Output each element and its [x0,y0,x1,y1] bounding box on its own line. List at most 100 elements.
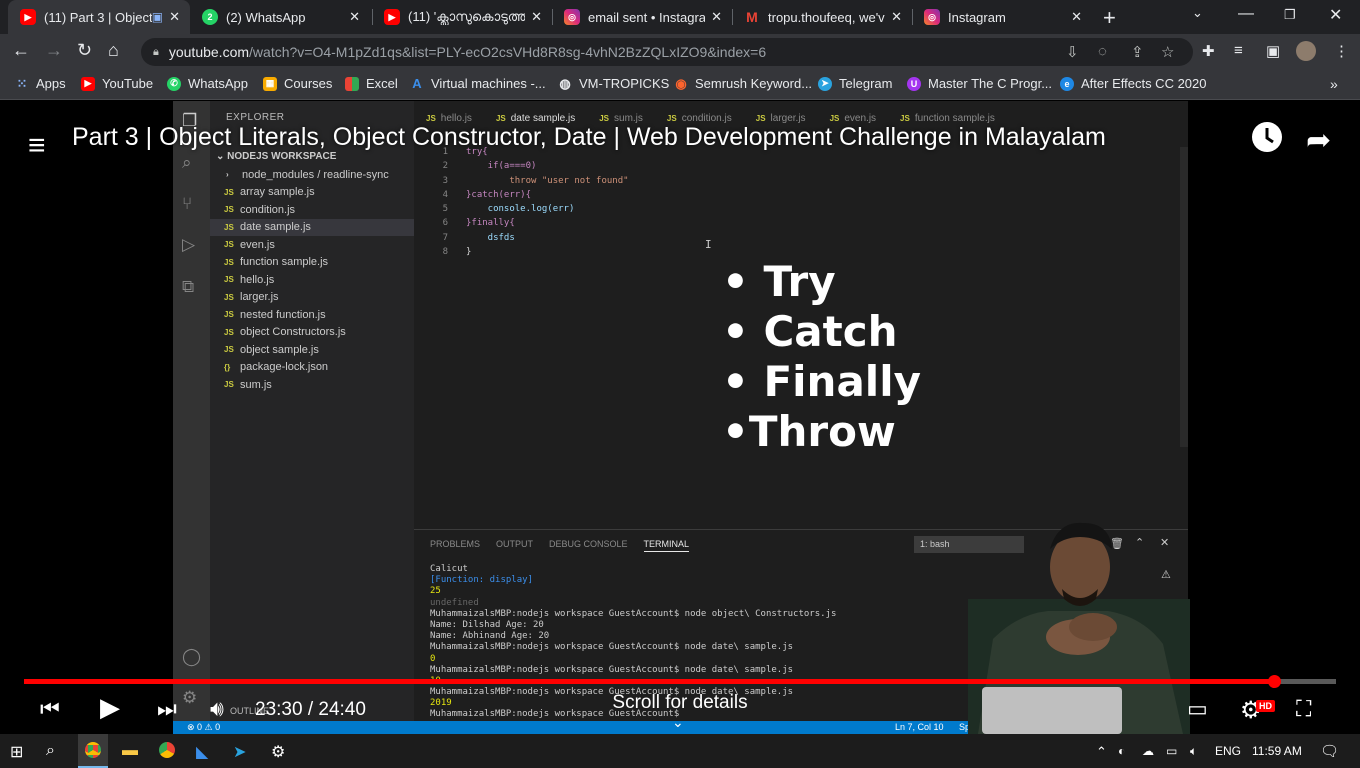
lock-icon[interactable]: 🔒︎ [153,46,159,59]
bookmark-semrush[interactable]: ◉ Semrush Keyword... [674,76,812,92]
bookmark-star-icon[interactable]: ☆ [1161,43,1174,61]
code-text: dsfds [466,232,515,243]
panel-tab: PROBLEMS [430,539,481,549]
close-tab-icon[interactable]: ✕ [349,9,360,25]
camera-icon[interactable]: ◐ [1118,744,1125,758]
close-tab-icon[interactable]: ✕ [1071,9,1082,25]
bookmark-excel[interactable]: Excel [345,76,398,91]
forward-arrow-icon[interactable]: → [45,40,63,61]
explorer-file-item: JS array sample.js [210,184,414,201]
udemy-icon: U [907,76,921,91]
js-file-icon: JS [755,113,766,123]
reload-icon[interactable]: ↻ [77,40,92,61]
code-line: 5 console.log(err) [414,204,1188,218]
close-tab-icon[interactable]: ✕ [169,9,180,25]
reading-list-icon[interactable]: ≡ [1234,42,1243,59]
search-icon[interactable]: ⌕ [46,742,55,760]
bookmark-after-effects[interactable]: e After Effects CC 2020 [1060,76,1207,91]
run-debug-icon: ▷ [182,235,196,254]
home-icon[interactable]: ⌂ [108,40,119,61]
account-icon: ◯ [182,647,202,666]
picture-in-picture-icon[interactable]: ▣ [152,10,163,24]
scroll-for-details[interactable]: Scroll for details [0,692,1360,714]
more-bookmarks-chevron-icon[interactable]: » [1330,76,1338,92]
windows-taskbar: ⊞ ⌕ ▬ ◣ ➤ ⚙ ⌃ ◐ ☁ ▭ 🔈︎ ENG 11:59 AM 🗨︎ [0,734,1360,768]
bookmark-courses[interactable]: ▦ Courses [263,76,332,91]
profile-avatar[interactable] [1296,41,1316,61]
chrome-menu-icon[interactable]: ⋮ [1334,42,1349,60]
playlist-menu-icon[interactable]: ≡ [28,129,46,163]
clock-time[interactable]: 11:59 AM [1252,744,1302,758]
line-number: 2 [442,161,448,172]
notifications-icon[interactable]: 🗨︎ [1320,742,1339,760]
share-icon[interactable]: ⇪ [1131,43,1144,61]
address-bar[interactable]: 🔒︎ youtube.com/watch?v=O4-M1pZd1qs&list=… [141,38,1193,66]
network-icon[interactable]: ▭ [1166,744,1177,758]
code-text: if(a===0) [466,161,537,172]
js-file-icon: JS [224,257,234,267]
bookmark-label: Telegram [839,76,893,91]
editor-tab-label: larger.js [770,112,806,124]
chrome-icon[interactable] [159,742,175,763]
bookmark-telegram[interactable]: ➤ Telegram [818,76,892,91]
bookmark-master-c[interactable]: U Master The C Progr... [907,76,1052,91]
close-tab-icon[interactable]: ✕ [891,9,902,25]
bookmark-vm-tropicks[interactable]: ◍ VM-TROPICKS [558,76,669,92]
editor-tab-label: date sample.js [510,112,576,124]
back-arrow-icon[interactable]: ← [12,40,30,61]
edge-icon: e [1060,76,1074,91]
video-player[interactable]: ❐ ⌕ ⑂ ▷ ⧉ ◯ ⚙ EXPLORER ⌄ NODEJS WORKSPAC… [0,101,1360,734]
bookmark-youtube[interactable]: ▶ YouTube [81,76,153,91]
close-tab-icon[interactable]: ✕ [531,9,542,25]
telegram-icon[interactable]: ➤ [233,742,246,762]
new-tab-plus-icon[interactable]: + [1103,5,1116,31]
explorer-file-item: JS function sample.js [210,254,414,271]
share-arrow-icon[interactable]: ➦ [1306,123,1331,158]
input-language[interactable]: ENG [1215,744,1241,758]
url-host: youtube.com [168,44,250,60]
tab-instagram[interactable]: ◎ Instagram ✕ [912,0,1092,34]
side-panel-icon[interactable]: ▣ [1266,42,1280,60]
editor-tab-label: function sample.js [914,112,995,124]
eye-off-icon[interactable]: ◌ [1098,43,1107,60]
problems-count: ⊗ 0 ⚠ 0 [187,722,221,732]
vscode-activity-bar: ❐ ⌕ ⑂ ▷ ⧉ ◯ ⚙ [173,101,210,734]
video-progress-bar[interactable] [24,675,1336,688]
windows-start-icon[interactable]: ⊞ [10,742,23,762]
tab-whatsapp[interactable]: 2 (2) WhatsApp ✕ [190,0,370,34]
settings-gear-icon[interactable]: ⚙ [271,742,285,762]
tab-title: (11) Part 3 | Object Literals [44,9,152,25]
file-explorer-icon[interactable]: ▬ [122,742,138,760]
bookmark-whatsapp[interactable]: ✆ WhatsApp [167,76,248,91]
vscode-icon[interactable]: ◣ [196,742,208,762]
close-window-icon[interactable]: ✕ [1329,5,1342,25]
terminal-line: undefined [430,597,479,608]
bookmark-virtual-machines[interactable]: A Virtual machines -... [410,76,545,91]
bookmark-apps[interactable]: ⁙ Apps [15,76,66,92]
tab-youtube-2[interactable]: ▶ (11) 'ക്ലാസുകൊടുത്ത ✕ [372,0,552,34]
video-title[interactable]: Part 3 | Object Literals, Object Constru… [72,123,1106,152]
restore-icon[interactable]: ❐ [1284,7,1296,23]
terminal-line: Name: Dilshad Age: 20 [430,619,544,630]
close-tab-icon[interactable]: ✕ [711,9,722,25]
subtitles-icon[interactable]: ▭ [1187,696,1208,722]
tab-search-chevron-icon[interactable]: ⌄ [1192,5,1203,21]
code-text: console.log(err) [466,204,575,215]
exit-fullscreen-icon[interactable]: ⛶ [1296,696,1311,722]
install-app-icon[interactable]: ⇩ [1066,43,1079,61]
extensions-puzzle-icon[interactable]: ✚ [1202,42,1215,60]
terminal-line: Calicut [430,564,468,574]
watch-later-clock-icon[interactable] [1251,121,1283,158]
speaker-icon[interactable]: 🔈︎ [1190,744,1197,759]
code-text: }catch(err){ [466,189,532,200]
tab-youtube-active[interactable]: ▶ (11) Part 3 | Object Literals ▣ ✕ [8,0,190,34]
onedrive-cloud-icon[interactable]: ☁ [1142,744,1154,758]
minimize-icon[interactable]: — [1238,5,1254,23]
chevron-down-icon[interactable]: ⌄ [672,714,684,731]
scrubber-handle[interactable] [1267,675,1281,688]
tab-gmail[interactable]: M tropu.thoufeeq, we've ✕ [732,0,912,34]
chrome-taskbar-icon[interactable] [78,734,108,768]
tab-title: (2) WhatsApp [226,9,306,25]
tab-instagram-email[interactable]: ◎ email sent • Instagram ✕ [552,0,732,34]
tray-chevron-up-icon[interactable]: ⌃ [1096,744,1107,760]
